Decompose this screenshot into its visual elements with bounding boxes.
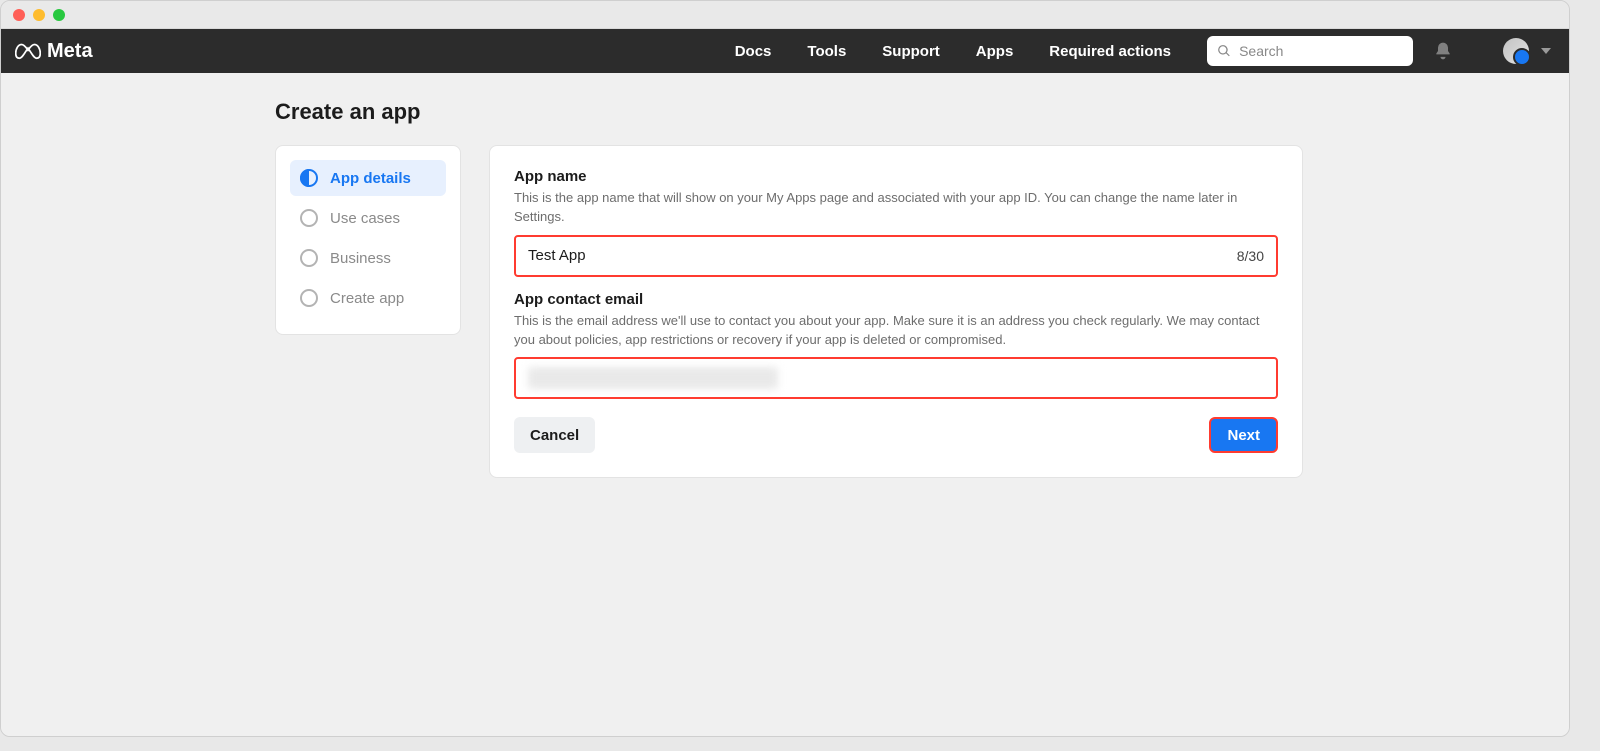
step-indicator-icon [300,209,318,227]
cancel-button[interactable]: Cancel [514,417,595,453]
nav-links: Docs Tools Support Apps Required actions [735,43,1171,60]
app-name-help: This is the app name that will show on y… [514,189,1278,227]
step-use-cases[interactable]: Use cases [290,200,446,236]
email-redacted [528,367,778,389]
nav-link-support[interactable]: Support [882,43,940,60]
step-label: Create app [330,290,404,307]
form-card: App name This is the app name that will … [489,145,1303,478]
window-zoom-dot[interactable] [53,9,65,21]
step-business[interactable]: Business [290,240,446,276]
search-icon [1217,43,1231,59]
notifications-button[interactable] [1433,41,1453,61]
bell-icon [1433,41,1453,61]
nav-link-apps[interactable]: Apps [976,43,1014,60]
brand-label: Meta [47,40,93,63]
nav-link-docs[interactable]: Docs [735,43,772,60]
avatar[interactable] [1503,38,1529,64]
app-name-input[interactable] [528,247,1237,264]
email-label: App contact email [514,291,1278,308]
app-name-label: App name [514,168,1278,185]
step-indicator-icon [300,289,318,307]
window-titlebar [1,1,1569,29]
step-indicator-icon [300,169,318,187]
top-nav: Meta Docs Tools Support Apps Required ac… [1,29,1569,73]
meta-logo-icon [15,38,41,64]
step-label: Use cases [330,210,400,227]
email-help: This is the email address we'll use to c… [514,312,1278,350]
app-name-counter: 8/30 [1237,248,1264,264]
step-label: Business [330,250,391,267]
window-minimize-dot[interactable] [33,9,45,21]
search-input[interactable] [1239,43,1403,59]
steps-sidebar: App details Use cases Business Create ap… [275,145,461,335]
app-name-input-wrap[interactable]: 8/30 [514,235,1278,277]
email-input-wrap[interactable] [514,357,1278,399]
search-box[interactable] [1207,36,1413,66]
brand[interactable]: Meta [15,38,93,64]
account-menu-caret-icon[interactable] [1541,48,1551,54]
step-app-details[interactable]: App details [290,160,446,196]
nav-link-required-actions[interactable]: Required actions [1049,43,1171,60]
page-title: Create an app [275,73,1303,145]
next-button[interactable]: Next [1209,417,1278,453]
nav-link-tools[interactable]: Tools [807,43,846,60]
step-create-app[interactable]: Create app [290,280,446,316]
window-close-dot[interactable] [13,9,25,21]
step-label: App details [330,170,411,187]
step-indicator-icon [300,249,318,267]
